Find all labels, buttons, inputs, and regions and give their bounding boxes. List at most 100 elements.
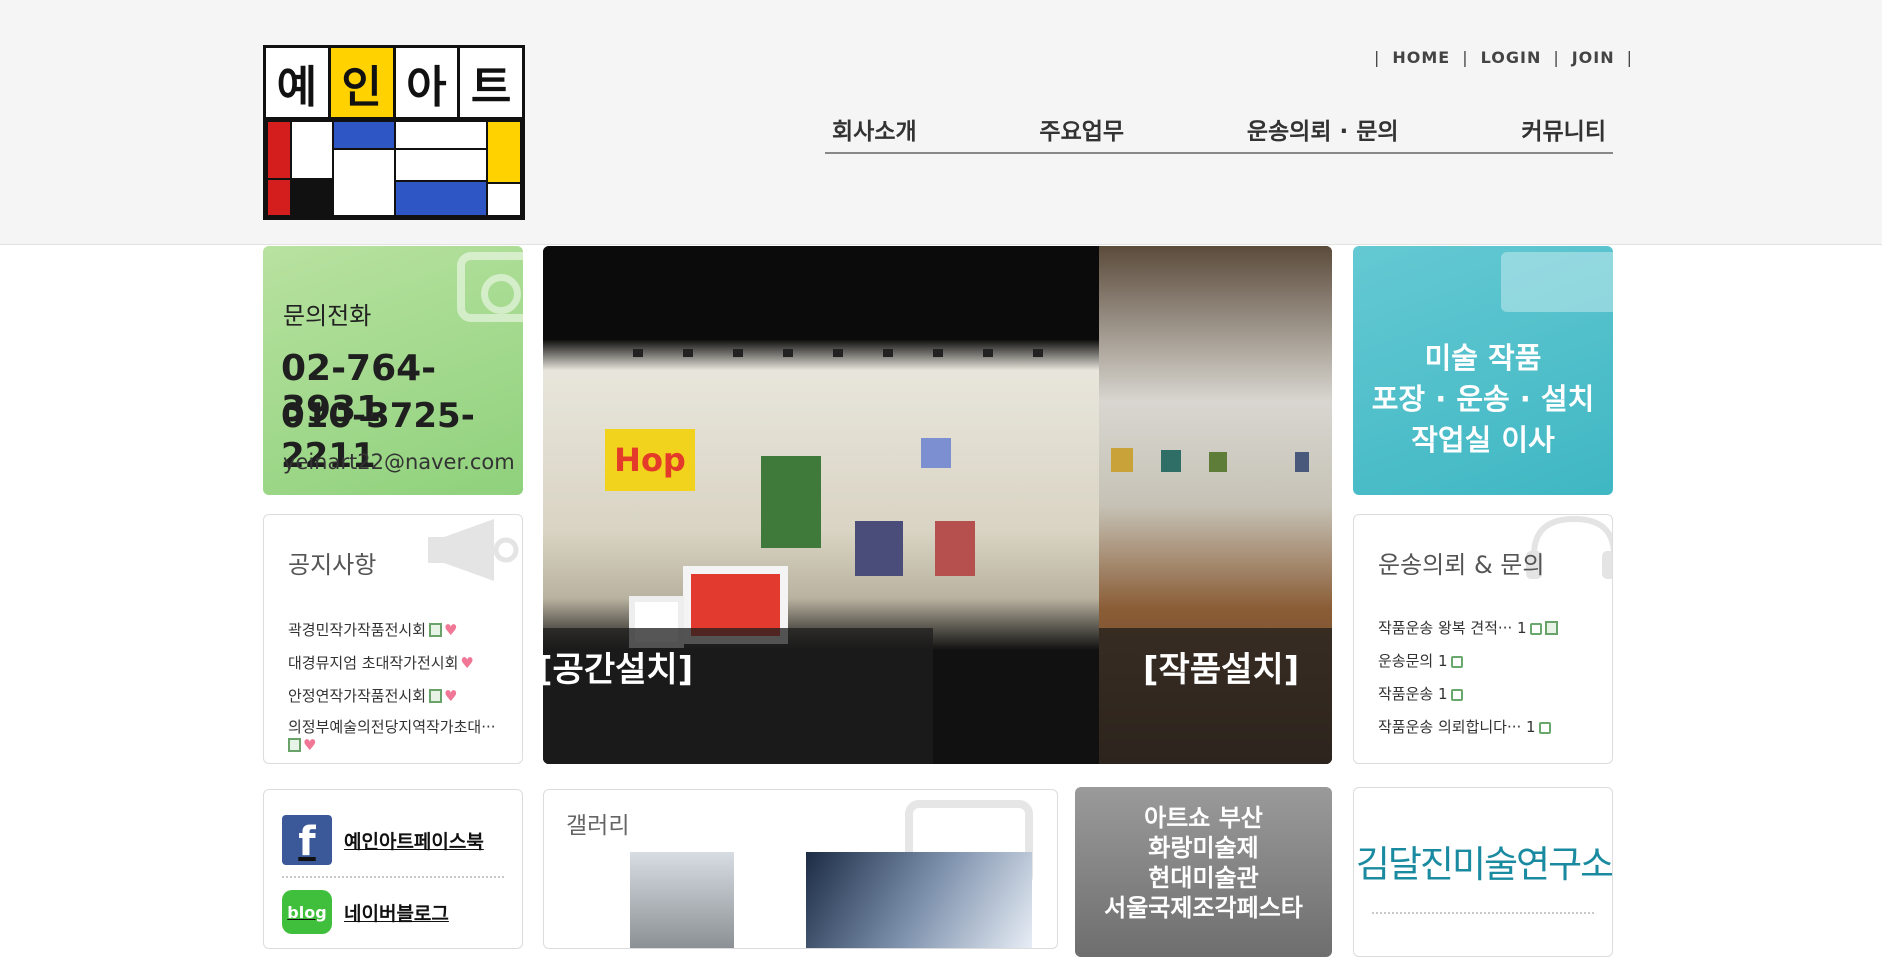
megaphone-icon [428, 519, 519, 581]
institute-banner[interactable]: 김달진미술연구소 [1353, 787, 1613, 957]
artwork-green [761, 456, 821, 548]
logo-block-yellow [486, 120, 522, 184]
contact-banner[interactable]: 문의전화 02-764-3931 010-3725-2211 yeinart22… [263, 246, 523, 495]
doc-icon [429, 623, 443, 637]
logo-block-blue [332, 120, 396, 150]
notice-panel: 공지사항 곽경민작가작품전시회 ♥ 대경뮤지엄 초대작가전시회 ♥ 안정연작가작품전… [263, 514, 523, 764]
heart-icon: ♥ [303, 736, 317, 754]
site-logo[interactable]: 예 인 아 트 [263, 45, 525, 220]
notice-item[interactable]: 곽경민작가작품전시회 ♥ [288, 619, 522, 652]
qna-panel: 운송의뢰 & 문의 작품운송 왕복 견적··· 1 운송문의 1 작품운송 1 … [1353, 514, 1613, 764]
nav-item-request[interactable]: 운송의뢰 · 문의 [1247, 112, 1399, 152]
logo-char: 예 [266, 48, 331, 117]
notice-item-text[interactable]: 안정연작가작품전시회 [288, 687, 426, 705]
lock-icon [1529, 623, 1542, 635]
qna-item[interactable]: 작품운송 1 [1378, 683, 1558, 716]
gallery-thumbnail[interactable] [806, 852, 1032, 948]
main-nav: 회사소개 주요업무 운송의뢰 · 문의 커뮤니티 [825, 112, 1613, 154]
doc-icon [288, 738, 301, 752]
logo-block-black [290, 178, 334, 217]
artshow-text: 아트쇼 부산 화랑미술제 현대미술관 서울국제조각페스타 [1075, 803, 1332, 923]
facebook-link[interactable]: f 예인아트페이스북 [282, 815, 484, 865]
notice-item[interactable]: 의정부예술의전당지역작가초대··· ♥ [288, 718, 522, 754]
lock-icon [1450, 656, 1463, 668]
qna-item-text[interactable]: 작품운송 왕복 견적··· 1 [1378, 619, 1527, 637]
divider [282, 876, 504, 878]
logo-text-row: 예 인 아 트 [266, 48, 522, 120]
nav-item-business[interactable]: 주요업무 [1039, 112, 1124, 152]
gallery-artwork [1161, 450, 1181, 472]
contact-email: yeinart22@naver.com [283, 450, 515, 474]
artshow-banner[interactable]: 아트쇼 부산 화랑미술제 현대미술관 서울국제조각페스타 [1075, 787, 1332, 957]
login-link[interactable]: LOGIN [1481, 48, 1542, 67]
divider [1372, 912, 1594, 914]
hero-slider[interactable]: Hop [공간설치] [작품설치] [543, 246, 1332, 764]
lock-icon [1450, 689, 1463, 701]
qna-title[interactable]: 운송의뢰 & 문의 [1378, 545, 1544, 580]
artshow-line: 화랑미술제 [1148, 834, 1259, 862]
gallery-artwork [1111, 448, 1133, 472]
notice-item[interactable]: 대경뮤지엄 초대작가전시회 ♥ [288, 652, 522, 685]
logo-char: 아 [396, 48, 461, 117]
heart-icon: ♥ [460, 654, 474, 672]
blog-icon: blog [282, 890, 332, 934]
home-link[interactable]: HOME [1392, 48, 1450, 67]
blog-label: 네이버블로그 [344, 902, 449, 925]
services-banner[interactable]: 미술 작품 포장 · 운송 · 설치 작업실 이사 [1353, 246, 1613, 495]
notice-item-text[interactable]: 곽경민작가작품전시회 [288, 621, 426, 639]
notice-item[interactable]: 안정연작가작품전시회 ♥ [288, 685, 522, 718]
gallery-title[interactable]: 갤러리 [566, 806, 629, 840]
notice-item-text[interactable]: 대경뮤지엄 초대작가전시회 [288, 654, 458, 672]
logo-block [394, 120, 488, 150]
artwork-red-small [935, 521, 975, 576]
facebook-label: 예인아트페이스북 [344, 830, 484, 853]
notice-list: 곽경민작가작품전시회 ♥ 대경뮤지엄 초대작가전시회 ♥ 안정연작가작품전시회 ♥ 의… [288, 619, 522, 754]
logo-block [394, 148, 488, 182]
gallery-thumbnail[interactable] [630, 852, 734, 948]
logo-char: 트 [470, 61, 512, 113]
notice-title[interactable]: 공지사항 [288, 545, 376, 580]
qna-list: 작품운송 왕복 견적··· 1 운송문의 1 작품운송 1 작품운송 의뢰합니다… [1378, 617, 1558, 749]
qna-item[interactable]: 운송문의 1 [1378, 650, 1558, 683]
nav-item-about[interactable]: 회사소개 [832, 112, 917, 152]
notice-item-text[interactable]: 의정부예술의전당지역작가초대··· [288, 718, 496, 736]
artshow-line: 현대미술관 [1148, 864, 1259, 892]
logo-char: 인 [330, 48, 396, 117]
institute-logo: 김달진미술연구소 [1355, 843, 1613, 886]
gallery-artwork [1209, 452, 1227, 472]
services-line: 포장 · 운송 · 설치 [1371, 382, 1595, 416]
sns-panel: f 예인아트페이스북 blog 네이버블로그 [263, 789, 523, 949]
artwork-small [921, 438, 951, 468]
heart-icon: ♥ [444, 687, 458, 705]
nav-item-community[interactable]: 커뮤니티 [1521, 112, 1606, 152]
gallery-artwork [1295, 452, 1309, 472]
artshow-line: 아트쇼 부산 [1144, 804, 1263, 832]
gallery-panel: 갤러리 [543, 789, 1058, 949]
artshow-line: 서울국제조각페스타 [1104, 894, 1303, 922]
logo-block [332, 148, 396, 217]
qna-item-text[interactable]: 작품운송 1 [1378, 685, 1448, 703]
qna-item[interactable]: 작품운송 의뢰합니다··· 1 [1378, 716, 1558, 749]
logo-block-blue [394, 180, 488, 217]
truck-icon [1501, 252, 1613, 312]
services-line: 미술 작품 [1424, 341, 1542, 375]
telephone-icon [457, 252, 523, 322]
qna-item[interactable]: 작품운송 왕복 견적··· 1 [1378, 617, 1558, 650]
logo-block-red [266, 120, 292, 180]
qna-item-text[interactable]: 작품운송 의뢰합니다··· 1 [1378, 718, 1536, 736]
services-text: 미술 작품 포장 · 운송 · 설치 작업실 이사 [1353, 338, 1613, 461]
utility-nav: | HOME | LOGIN | JOIN | [1374, 48, 1634, 67]
logo-block-red [266, 178, 292, 217]
blog-link[interactable]: blog 네이버블로그 [282, 890, 449, 934]
logo-block [486, 182, 522, 217]
contact-title: 문의전화 [283, 302, 372, 330]
join-link[interactable]: JOIN [1572, 48, 1615, 67]
slide-caption-right: [작품설치] [1143, 650, 1300, 690]
facebook-icon: f [282, 815, 332, 865]
slide-caption-left: [공간설치] [543, 650, 694, 690]
heart-icon: ♥ [444, 621, 458, 639]
artwork-hop: Hop [605, 429, 695, 491]
doc-icon [1544, 621, 1558, 635]
qna-item-text[interactable]: 운송문의 1 [1378, 652, 1448, 670]
services-line: 작업실 이사 [1411, 423, 1555, 457]
